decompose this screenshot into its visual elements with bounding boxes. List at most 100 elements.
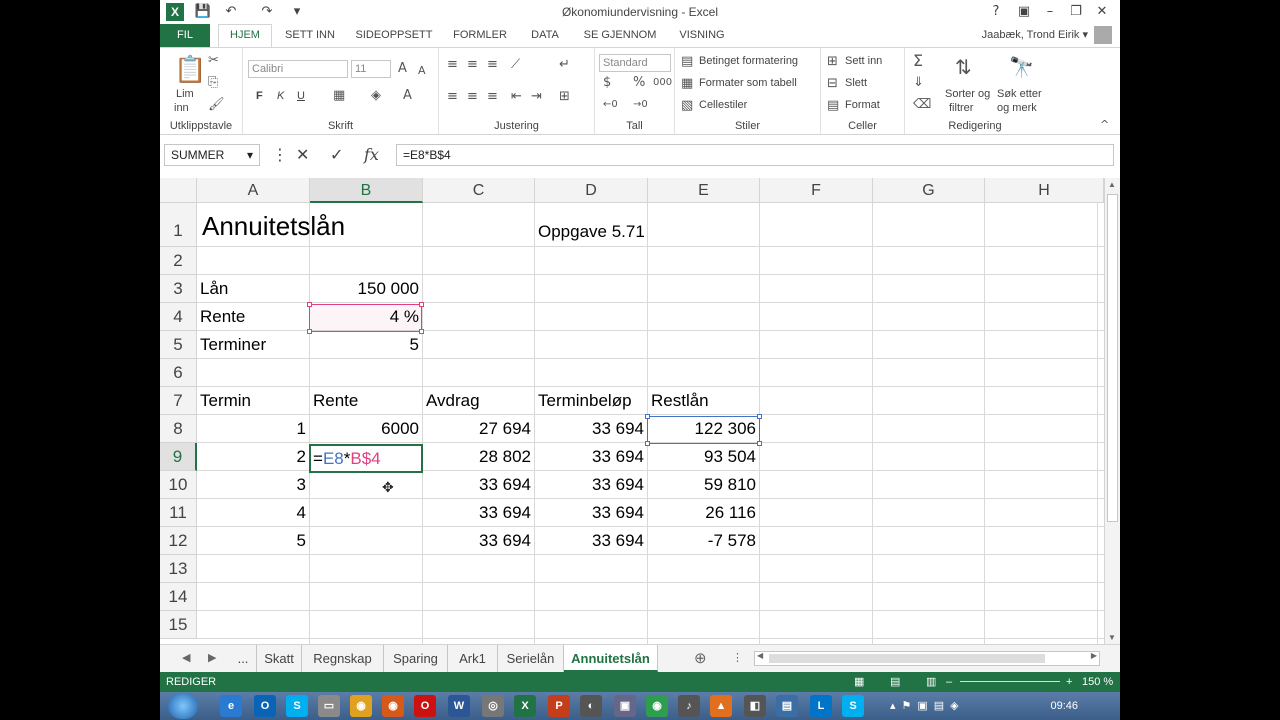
copy-icon[interactable]: ⎘	[208, 76, 218, 90]
tab-formulas[interactable]: FORMLER	[448, 24, 512, 47]
outlook-icon[interactable]: O	[254, 695, 276, 717]
sheet-tab-sparing[interactable]: Sparing	[384, 645, 448, 672]
app-icon[interactable]: ▤	[776, 695, 798, 717]
row-header-2[interactable]: 2	[160, 247, 197, 275]
table-cell[interactable]: 2	[197, 443, 309, 471]
normal-view-icon[interactable]: ▦	[854, 672, 864, 692]
app-icon[interactable]: ◐	[580, 695, 602, 717]
font-size-select[interactable]: 11	[351, 60, 391, 78]
cut-icon[interactable]: ✂	[208, 54, 219, 68]
collapse-ribbon-icon[interactable]: ^	[1100, 118, 1109, 132]
col-header-e[interactable]: E	[648, 178, 760, 203]
find-select-label[interactable]: Søk etter	[997, 88, 1042, 100]
word-icon[interactable]: W	[448, 695, 470, 717]
find-select-icon[interactable]: 🔭	[1009, 56, 1034, 78]
wrap-text-icon[interactable]: ↵	[559, 58, 570, 72]
cell-b9-editing[interactable]: =E8*B$4	[309, 444, 423, 473]
table-cell[interactable]: 33 694	[535, 527, 647, 555]
cell-e7-header[interactable]: Restlån	[648, 387, 712, 415]
table-cell[interactable]: 33 694	[535, 443, 647, 471]
chrome-icon[interactable]: ◉	[350, 695, 372, 717]
cell-a5[interactable]: Terminer	[197, 331, 269, 359]
number-format-select[interactable]: Standard	[599, 54, 671, 72]
app-icon[interactable]: ◧	[744, 695, 766, 717]
clear-icon[interactable]: ⌫	[913, 98, 931, 112]
align-left-icon[interactable]: ≡	[447, 90, 458, 104]
table-cell[interactable]: 1	[197, 415, 309, 443]
table-cell[interactable]: 33 694	[423, 471, 534, 499]
excel-taskbar-icon[interactable]: X	[514, 695, 536, 717]
table-cell[interactable]: 122 306	[648, 415, 759, 443]
skype-icon[interactable]: S	[286, 695, 308, 717]
zoom-in-icon[interactable]: +	[1066, 672, 1072, 692]
lync-icon[interactable]: L	[810, 695, 832, 717]
increase-decimal-icon[interactable]: ←0	[603, 98, 618, 112]
scroll-left-icon[interactable]: ◀	[757, 651, 763, 660]
row-header-10[interactable]: 10	[160, 471, 197, 499]
table-cell[interactable]: 59 810	[648, 471, 759, 499]
col-header-a[interactable]: A	[197, 178, 310, 203]
table-cell[interactable]: 33 694	[535, 471, 647, 499]
table-cell[interactable]: 33 694	[535, 415, 647, 443]
borders-icon[interactable]: ▦	[333, 89, 345, 103]
col-header-f[interactable]: F	[760, 178, 873, 203]
vlc-icon[interactable]: ▲	[710, 695, 732, 717]
opera-icon[interactable]: O	[414, 695, 436, 717]
ribbon-display-icon[interactable]: ▣	[1012, 2, 1036, 22]
sort-filter-icon[interactable]: ⇅	[955, 56, 972, 78]
skype-icon[interactable]: S	[842, 695, 864, 717]
tab-page-layout[interactable]: SIDEOPPSETT	[350, 24, 438, 47]
cell-a3[interactable]: Lån	[197, 275, 231, 303]
cell-c7-header[interactable]: Avdrag	[423, 387, 483, 415]
minimize-icon[interactable]: –	[1038, 2, 1062, 22]
table-cell[interactable]: 4	[197, 499, 309, 527]
orientation-icon[interactable]: ⟋	[511, 58, 520, 72]
zoom-out-icon[interactable]: –	[946, 672, 952, 692]
sheet-tab-more[interactable]: ...	[230, 645, 256, 672]
cell-a1-title[interactable]: Annuitetslån	[199, 212, 348, 240]
row-header-13[interactable]: 13	[160, 555, 197, 583]
zoom-level[interactable]: 150 %	[1082, 672, 1113, 692]
row-header-9[interactable]: 9	[160, 443, 197, 471]
enter-icon[interactable]: ✓	[330, 144, 343, 166]
cell-b7-header[interactable]: Rente	[310, 387, 361, 415]
tab-view[interactable]: VISNING	[670, 24, 734, 47]
col-header-g[interactable]: G	[873, 178, 985, 203]
font-color-icon[interactable]: A	[403, 89, 412, 103]
table-cell[interactable]: 93 504	[648, 443, 759, 471]
percent-icon[interactable]: %	[633, 76, 645, 90]
align-top-icon[interactable]: ≡	[447, 58, 458, 72]
find-select-label-2[interactable]: og merk	[997, 102, 1037, 114]
cell-a7-header[interactable]: Termin	[197, 387, 254, 415]
app-icon[interactable]: ▣	[614, 695, 636, 717]
bold-button[interactable]: F	[256, 90, 263, 102]
insert-cells-button[interactable]: Sett inn	[845, 55, 882, 67]
cancel-icon[interactable]: ✕	[296, 144, 309, 166]
explorer-icon[interactable]: ▭	[318, 695, 340, 717]
row-header-15[interactable]: 15	[160, 611, 197, 639]
font-name-select[interactable]: Calibri	[248, 60, 348, 78]
close-icon[interactable]: ✕	[1090, 2, 1114, 22]
formula-input[interactable]: =E8*B$4	[396, 144, 1114, 166]
cell-d7-header[interactable]: Terminbeløp	[535, 387, 635, 415]
zoom-slider[interactable]	[960, 681, 1060, 682]
table-cell[interactable]: 27 694	[423, 415, 534, 443]
align-right-icon[interactable]: ≡	[487, 90, 498, 104]
row-header-4[interactable]: 4	[160, 303, 197, 331]
row-header-14[interactable]: 14	[160, 583, 197, 611]
table-cell[interactable]: 33 694	[423, 499, 534, 527]
align-middle-icon[interactable]: ≡	[467, 58, 478, 72]
col-header-c[interactable]: C	[423, 178, 535, 203]
row-header-1[interactable]: 1	[160, 203, 197, 247]
merge-center-icon[interactable]: ⊞	[559, 90, 570, 104]
decrease-decimal-icon[interactable]: →0	[633, 98, 648, 112]
cell-styles-button[interactable]: Cellestiler	[699, 99, 747, 111]
sort-filter-label-2[interactable]: filtrer	[949, 102, 973, 114]
select-all-corner[interactable]	[160, 178, 197, 203]
restore-icon[interactable]: ❐	[1064, 2, 1088, 22]
paste-label-2[interactable]: inn	[174, 102, 189, 114]
col-header-h[interactable]: H	[985, 178, 1104, 203]
cell-b5[interactable]: 5	[310, 331, 422, 359]
fill-icon[interactable]: ⇓	[913, 76, 924, 90]
scroll-up-icon[interactable]: ▲	[1108, 180, 1116, 189]
